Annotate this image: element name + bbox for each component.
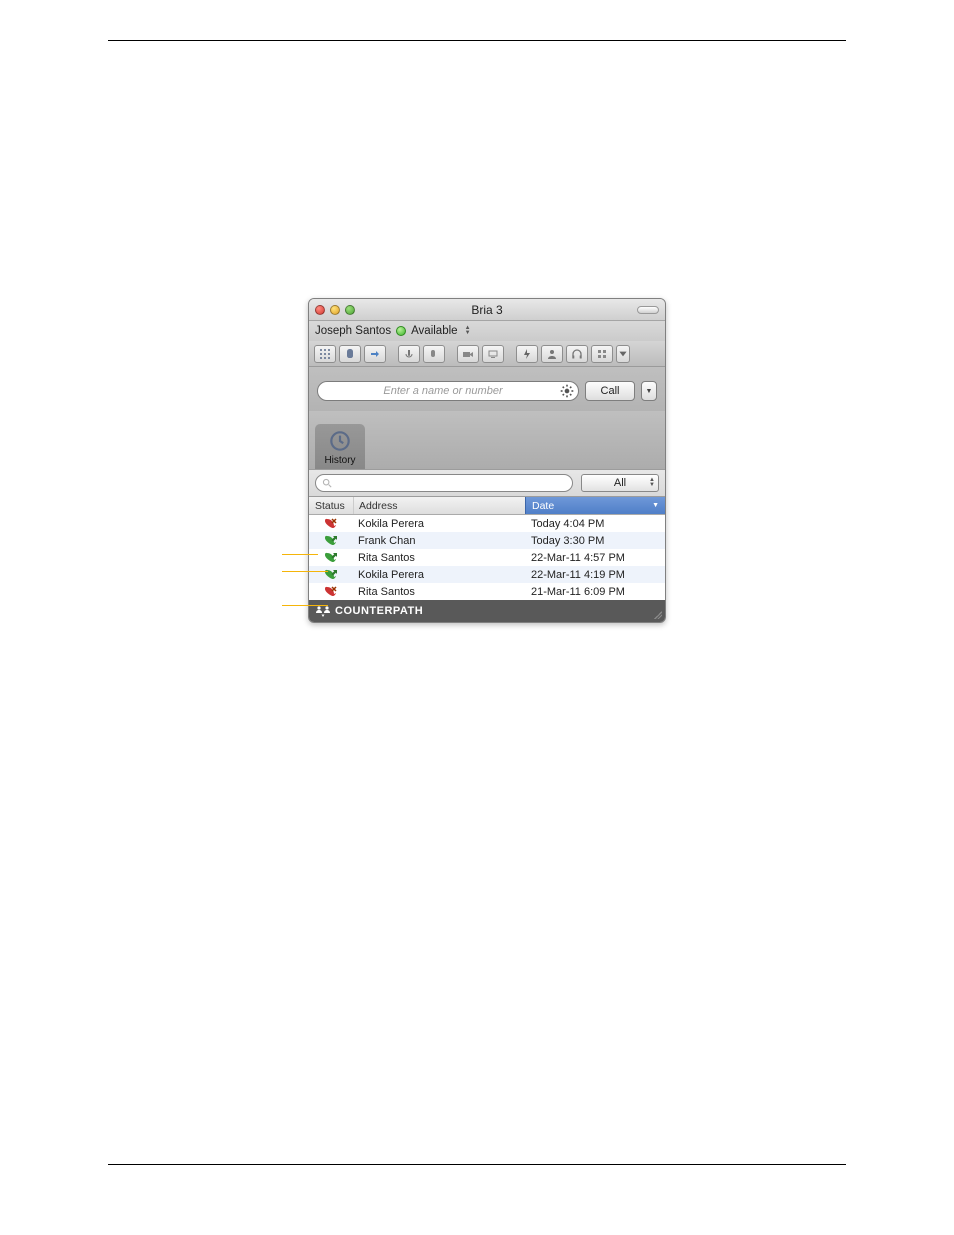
presence-bar: Joseph Santos Available ▲▼: [309, 321, 665, 341]
table-row[interactable]: Rita Santos21-Mar-11 6:09 PM: [309, 583, 665, 600]
call-status-missed-icon: [309, 585, 353, 598]
titlebar: Bria 3: [309, 299, 665, 321]
call-status-outgoing-icon: [309, 534, 353, 547]
sort-desc-icon: ▼: [652, 502, 659, 509]
dial-input[interactable]: Enter a name or number: [317, 381, 579, 401]
row-date: Today 3:30 PM: [525, 535, 665, 547]
bolt-button[interactable]: [516, 345, 538, 363]
app-window: Bria 3 Joseph Santos Available ▲▼: [308, 298, 666, 623]
callout-leader: [282, 554, 318, 555]
filter-select[interactable]: All ▲▼: [581, 474, 659, 492]
column-header-date[interactable]: Date ▼: [525, 497, 665, 514]
chevron-updown-icon: ▲▼: [649, 478, 655, 488]
search-input[interactable]: [315, 474, 573, 492]
row-address: Frank Chan: [353, 535, 525, 547]
row-address: Rita Santos: [353, 586, 525, 598]
resize-grip-icon[interactable]: [652, 609, 662, 619]
footer: COUNTERPATH: [309, 600, 665, 622]
table-row[interactable]: Kokila Perera22-Mar-11 4:19 PM: [309, 566, 665, 583]
dial-area: Enter a name or number Call ▼: [309, 367, 665, 411]
search-icon: [322, 478, 332, 488]
user-name: Joseph Santos: [315, 325, 391, 337]
presence-stepper-icon[interactable]: ▲▼: [465, 326, 471, 336]
mute-button[interactable]: [398, 345, 420, 363]
video-button[interactable]: [457, 345, 479, 363]
table-row[interactable]: Frank ChanToday 3:30 PM: [309, 532, 665, 549]
call-button[interactable]: Call: [585, 381, 635, 401]
toolbar-dropdown[interactable]: [616, 345, 630, 363]
dial-placeholder: Enter a name or number: [334, 385, 552, 397]
record-button[interactable]: [423, 345, 445, 363]
row-date: 21-Mar-11 6:09 PM: [525, 586, 665, 598]
share-button[interactable]: [482, 345, 504, 363]
gear-icon[interactable]: [560, 384, 574, 398]
list-header: Status Address Date ▼: [309, 497, 665, 515]
contact-button[interactable]: [541, 345, 563, 363]
row-date: 22-Mar-11 4:19 PM: [525, 569, 665, 581]
row-date: 22-Mar-11 4:57 PM: [525, 552, 665, 564]
call-status-missed-icon: [309, 517, 353, 530]
page-bottom-rule: [108, 1164, 846, 1165]
history-rows: Kokila PereraToday 4:04 PMFrank ChanToda…: [309, 515, 665, 600]
callout-leader: [282, 605, 328, 606]
presence-available-icon: [396, 326, 406, 336]
brand-logo: COUNTERPATH: [315, 604, 423, 618]
headset-button[interactable]: [566, 345, 588, 363]
row-date: Today 4:04 PM: [525, 518, 665, 530]
view-button[interactable]: [591, 345, 613, 363]
search-row: All ▲▼: [309, 469, 665, 497]
tab-strip: History: [309, 411, 665, 469]
table-row[interactable]: Rita Santos22-Mar-11 4:57 PM: [309, 549, 665, 566]
row-address: Kokila Perera: [353, 518, 525, 530]
tab-history[interactable]: History: [315, 424, 365, 469]
window-title: Bria 3: [309, 303, 665, 317]
main-toolbar: [309, 341, 665, 367]
hold-button[interactable]: [339, 345, 361, 363]
presence-label[interactable]: Available: [411, 325, 457, 337]
callout-leader: [282, 571, 328, 572]
column-header-address[interactable]: Address: [353, 497, 525, 514]
column-header-status[interactable]: Status: [309, 497, 353, 514]
call-status-outgoing-icon: [309, 551, 353, 564]
dialpad-button[interactable]: [314, 345, 336, 363]
filter-label: All: [614, 477, 626, 489]
history-icon: [327, 428, 353, 454]
page-top-rule: [108, 40, 846, 41]
call-status-outgoing-icon: [309, 568, 353, 581]
transfer-button[interactable]: [364, 345, 386, 363]
call-dropdown[interactable]: ▼: [641, 381, 657, 401]
table-row[interactable]: Kokila PereraToday 4:04 PM: [309, 515, 665, 532]
tab-label: History: [324, 455, 355, 466]
row-address: Rita Santos: [353, 552, 525, 564]
row-address: Kokila Perera: [353, 569, 525, 581]
